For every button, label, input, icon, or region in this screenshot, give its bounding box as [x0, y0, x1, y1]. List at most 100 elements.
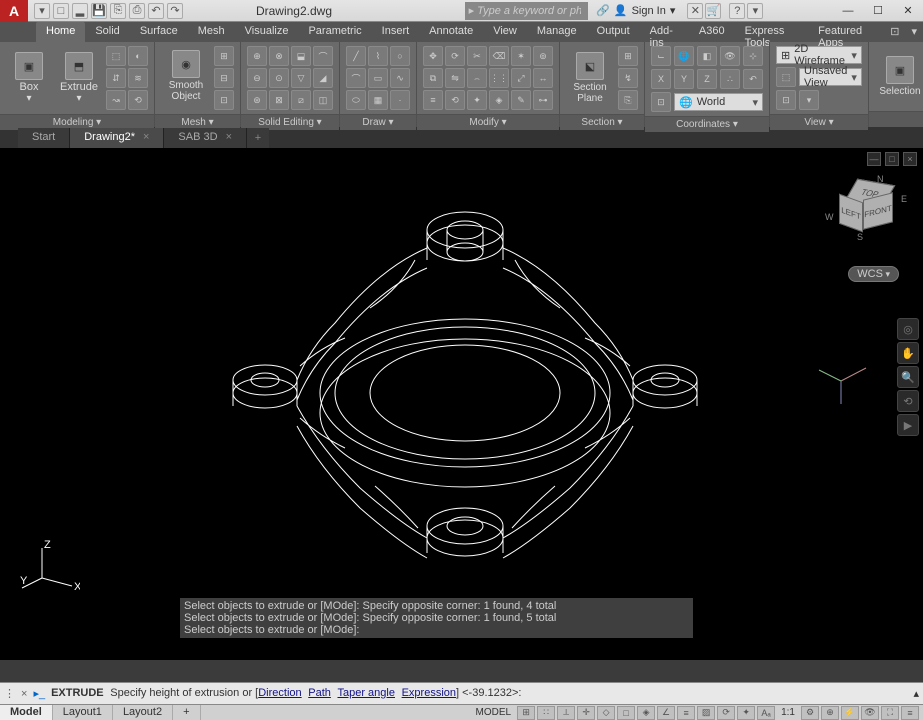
exchange-icon[interactable]: ✕	[687, 3, 703, 19]
panel-selection-label[interactable]	[869, 111, 923, 127]
polar-toggle[interactable]: ✛	[577, 706, 595, 720]
status-tab-model[interactable]: Model	[0, 705, 53, 720]
ortho-toggle[interactable]: ⟂	[557, 706, 575, 720]
copy-button[interactable]: ⧉	[423, 68, 443, 88]
command-line[interactable]: ⋮ × ▸_ EXTRUDE Specify height of extrusi…	[0, 682, 923, 704]
steering-wheel-button[interactable]: ◎	[897, 318, 919, 340]
tab-parametric[interactable]: Parametric	[298, 22, 371, 42]
new-icon[interactable]: □	[53, 3, 69, 19]
polyline-button[interactable]: ⌇	[368, 46, 388, 66]
ucs-face-button[interactable]: ◧	[697, 46, 717, 66]
loft-button[interactable]: ≋	[128, 68, 148, 88]
showmotion-button[interactable]: ▶	[897, 414, 919, 436]
maximize-button[interactable]: ☐	[863, 0, 893, 22]
ribbon-focus-icon[interactable]: ⊡	[884, 22, 905, 42]
vp-close-button[interactable]: ×	[903, 152, 917, 166]
point-button[interactable]: ·	[390, 90, 410, 110]
panel-view-label[interactable]: View ▾	[770, 114, 868, 130]
generate-section-button[interactable]: ⎘	[618, 90, 638, 110]
tab-visualize[interactable]: Visualize	[235, 22, 299, 42]
clean-screen[interactable]: ⛶	[881, 706, 899, 720]
scale-button[interactable]: ⤢	[511, 68, 531, 88]
pan-button[interactable]: ✋	[897, 342, 919, 364]
tab-view[interactable]: View	[483, 22, 527, 42]
visual-style-dropdown[interactable]: ⊞ 2D Wireframe▾	[776, 46, 862, 64]
section-plane-button[interactable]: ⬕ Section Plane	[566, 48, 614, 108]
otrack-toggle[interactable]: ∠	[657, 706, 675, 720]
tab-solid[interactable]: Solid	[85, 22, 129, 42]
3dosnap-toggle[interactable]: ◈	[637, 706, 655, 720]
spline-button[interactable]: ∿	[390, 68, 410, 88]
ucs-3point-button[interactable]: ∴	[720, 69, 740, 89]
tab-surface[interactable]: Surface	[130, 22, 188, 42]
ellipse-button[interactable]: ⬭	[346, 90, 366, 110]
undo-icon[interactable]: ↶	[148, 3, 164, 19]
view-manager-button[interactable]: ⊡	[776, 90, 796, 110]
ucs-named-dropdown[interactable]: 🌐 World▾	[674, 93, 763, 111]
smooth-object-button[interactable]: ◉ Smooth Object	[161, 46, 211, 106]
ucs-icon-button[interactable]: ⊡	[651, 92, 671, 112]
doctab-sab3d[interactable]: SAB 3D×	[164, 128, 247, 148]
viewcube-front[interactable]: FRONT	[863, 192, 893, 229]
doctab-close-icon[interactable]: ×	[143, 131, 149, 143]
orbit-button[interactable]: ⟲	[897, 390, 919, 412]
panel-section-label[interactable]: Section ▾	[560, 114, 644, 130]
panel-coords-label[interactable]: Coordinates ▾	[645, 116, 769, 132]
cmdline-handle-icon[interactable]: ⋮	[4, 687, 15, 700]
mesh-refine-button[interactable]: ⊡	[214, 90, 234, 110]
erase-button[interactable]: ⌫	[489, 46, 509, 66]
panel-modify-label[interactable]: Modify ▾	[417, 114, 559, 130]
status-tab-layout2[interactable]: Layout2	[113, 705, 173, 720]
anno-scale[interactable]: 1:1	[777, 707, 799, 718]
union-button[interactable]: ⊕	[247, 46, 267, 66]
presspull-button[interactable]: ⇵	[106, 68, 126, 88]
isodraft-toggle[interactable]: ◇	[597, 706, 615, 720]
join-button[interactable]: ⊶	[533, 90, 553, 110]
signin-link[interactable]: Sign In	[632, 5, 666, 17]
add-jog-button[interactable]: ↯	[618, 68, 638, 88]
chamfer-edge-button[interactable]: ◢	[313, 68, 333, 88]
tab-a360[interactable]: A360	[689, 22, 735, 42]
cmdline-close-icon[interactable]: ×	[21, 688, 27, 700]
taper-faces-button[interactable]: ▽	[291, 68, 311, 88]
mesh-more-button[interactable]: ⊞	[214, 46, 234, 66]
app-logo[interactable]: A	[0, 0, 28, 22]
redo-icon[interactable]: ↷	[167, 3, 183, 19]
ucs-z-button[interactable]: Z	[697, 69, 717, 89]
doctab-start[interactable]: Start	[18, 128, 70, 148]
lineweight-toggle[interactable]: ≡	[677, 706, 695, 720]
vp-minimize-button[interactable]: —	[867, 152, 881, 166]
view-cube[interactable]: N S W E TOP LEFT FRONT	[829, 176, 903, 250]
line-button[interactable]: ╱	[346, 46, 366, 66]
ucs-world-button[interactable]: 🌐	[674, 46, 694, 66]
panel-draw-label[interactable]: Draw ▾	[340, 114, 416, 130]
fillet-edge-button[interactable]: ⌒	[313, 46, 333, 66]
tab-express[interactable]: Express Tools	[735, 22, 809, 42]
trim-button[interactable]: ✂	[467, 46, 487, 66]
rectangle-button[interactable]: ▭	[368, 68, 388, 88]
circle-button[interactable]: ○	[390, 46, 410, 66]
ucs-view-button[interactable]: 👁	[720, 46, 740, 66]
minimize-button[interactable]: —	[833, 0, 863, 22]
vp-maximize-button[interactable]: □	[885, 152, 899, 166]
stretch-button[interactable]: ↔	[533, 68, 553, 88]
doctab-drawing2[interactable]: Drawing2*×	[70, 128, 164, 148]
doctab-close-icon[interactable]: ×	[226, 131, 232, 143]
tab-output[interactable]: Output	[587, 22, 640, 42]
gizmo-toggle[interactable]: ✦	[737, 706, 755, 720]
grid-toggle[interactable]: ⊞	[517, 706, 535, 720]
named-view-dropdown[interactable]: Unsaved View▾	[799, 68, 862, 86]
plot-icon[interactable]: ⎙	[129, 3, 145, 19]
osnap-toggle[interactable]: □	[617, 706, 635, 720]
mirror-button[interactable]: ⇋	[445, 68, 465, 88]
model-space-toggle[interactable]: MODEL	[472, 707, 516, 718]
3dscale-button[interactable]: ◈	[489, 90, 509, 110]
extrude-button[interactable]: ⬒ Extrude▾	[56, 48, 102, 108]
ucs-y-button[interactable]: Y	[674, 69, 694, 89]
explode-button[interactable]: ✶	[511, 46, 531, 66]
tab-home[interactable]: Home	[36, 22, 85, 42]
ucs-button[interactable]: ⌙	[651, 46, 671, 66]
polysolid-button[interactable]: ⬚	[106, 46, 126, 66]
cycling-toggle[interactable]: ⟳	[717, 706, 735, 720]
3dmove-button[interactable]: ✦	[467, 90, 487, 110]
